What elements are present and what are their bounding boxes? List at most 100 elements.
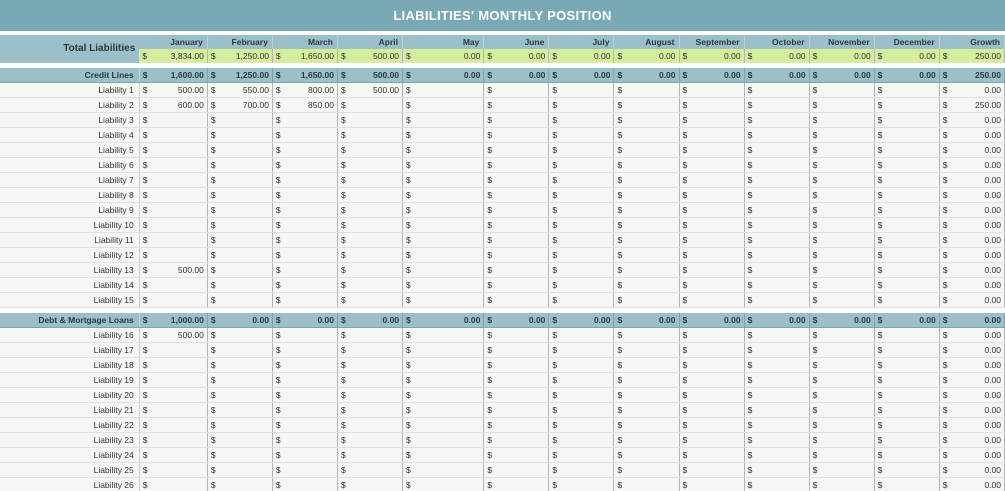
value-cell[interactable] [219,327,273,343]
value-cell[interactable] [561,172,615,188]
value-cell[interactable] [886,157,940,173]
value-cell[interactable] [219,342,273,358]
value-cell[interactable]: 0.00 [951,372,1005,388]
value-cell[interactable] [626,277,680,293]
value-cell[interactable] [626,477,680,491]
section-total-cell[interactable]: 0.00 [284,313,338,328]
value-cell[interactable] [496,157,550,173]
value-cell[interactable] [691,127,745,143]
value-cell[interactable] [151,357,208,373]
total-value-cell[interactable]: 1,650.00 [284,49,338,63]
value-cell[interactable] [284,292,338,308]
value-cell[interactable] [284,432,338,448]
value-cell[interactable] [284,402,338,418]
value-cell[interactable] [756,417,810,433]
value-cell[interactable]: 0.00 [951,277,1005,293]
value-cell[interactable] [219,462,273,478]
value-cell[interactable]: 250.00 [951,97,1005,113]
value-cell[interactable] [496,342,550,358]
value-cell[interactable] [561,247,615,263]
value-cell[interactable] [561,82,615,98]
value-cell[interactable] [561,327,615,343]
value-cell[interactable] [691,477,745,491]
value-cell[interactable] [626,447,680,463]
value-cell[interactable] [561,202,615,218]
value-cell[interactable] [821,447,875,463]
value-cell[interactable] [756,387,810,403]
value-cell[interactable] [886,402,940,418]
value-cell[interactable] [284,262,338,278]
value-cell[interactable] [886,277,940,293]
total-value-cell[interactable]: 0.00 [821,49,875,63]
value-cell[interactable] [496,292,550,308]
value-cell[interactable] [626,127,680,143]
value-cell[interactable] [219,372,273,388]
value-cell[interactable] [821,172,875,188]
value-cell[interactable]: 0.00 [951,292,1005,308]
value-cell[interactable] [691,447,745,463]
section-total-cell[interactable]: 0.00 [561,68,615,83]
value-cell[interactable] [756,447,810,463]
value-cell[interactable] [626,172,680,188]
value-cell[interactable] [414,262,485,278]
value-cell[interactable] [414,327,485,343]
value-cell[interactable] [284,357,338,373]
value-cell[interactable] [886,247,940,263]
value-cell[interactable] [561,402,615,418]
value-cell[interactable]: 0.00 [951,112,1005,128]
value-cell[interactable] [691,247,745,263]
value-cell[interactable] [151,477,208,491]
value-cell[interactable]: 0.00 [951,387,1005,403]
value-cell[interactable] [886,432,940,448]
value-cell[interactable]: 600.00 [151,97,208,113]
value-cell[interactable] [151,417,208,433]
value-cell[interactable] [691,387,745,403]
value-cell[interactable]: 550.00 [219,82,273,98]
value-cell[interactable] [626,402,680,418]
value-cell[interactable] [284,127,338,143]
value-cell[interactable] [496,387,550,403]
value-cell[interactable] [821,97,875,113]
value-cell[interactable] [284,462,338,478]
value-cell[interactable] [691,357,745,373]
total-value-cell[interactable]: 0.00 [691,49,745,63]
value-cell[interactable] [349,187,404,203]
value-cell[interactable] [821,357,875,373]
value-cell[interactable] [821,342,875,358]
value-cell[interactable] [284,477,338,491]
value-cell[interactable] [151,247,208,263]
value-cell[interactable] [886,417,940,433]
value-cell[interactable] [349,432,404,448]
value-cell[interactable] [821,157,875,173]
value-cell[interactable] [496,217,550,233]
value-cell[interactable] [886,327,940,343]
value-cell[interactable] [151,447,208,463]
value-cell[interactable] [691,187,745,203]
value-cell[interactable] [219,292,273,308]
value-cell[interactable] [821,417,875,433]
value-cell[interactable] [626,372,680,388]
value-cell[interactable] [756,357,810,373]
value-cell[interactable] [691,417,745,433]
value-cell[interactable] [561,277,615,293]
value-cell[interactable]: 0.00 [951,447,1005,463]
total-value-cell[interactable]: 0.00 [626,49,680,63]
value-cell[interactable] [691,112,745,128]
section-total-cell[interactable]: 0.00 [886,68,940,83]
value-cell[interactable] [496,127,550,143]
value-cell[interactable] [284,217,338,233]
value-cell[interactable] [496,112,550,128]
value-cell[interactable] [151,112,208,128]
value-cell[interactable] [496,187,550,203]
value-cell[interactable] [219,112,273,128]
value-cell[interactable]: 700.00 [219,97,273,113]
value-cell[interactable] [496,97,550,113]
value-cell[interactable] [284,417,338,433]
value-cell[interactable] [626,262,680,278]
value-cell[interactable] [349,292,404,308]
value-cell[interactable] [821,187,875,203]
value-cell[interactable]: 0.00 [951,462,1005,478]
value-cell[interactable] [821,142,875,158]
value-cell[interactable] [284,112,338,128]
total-value-cell[interactable]: 0.00 [756,49,810,63]
